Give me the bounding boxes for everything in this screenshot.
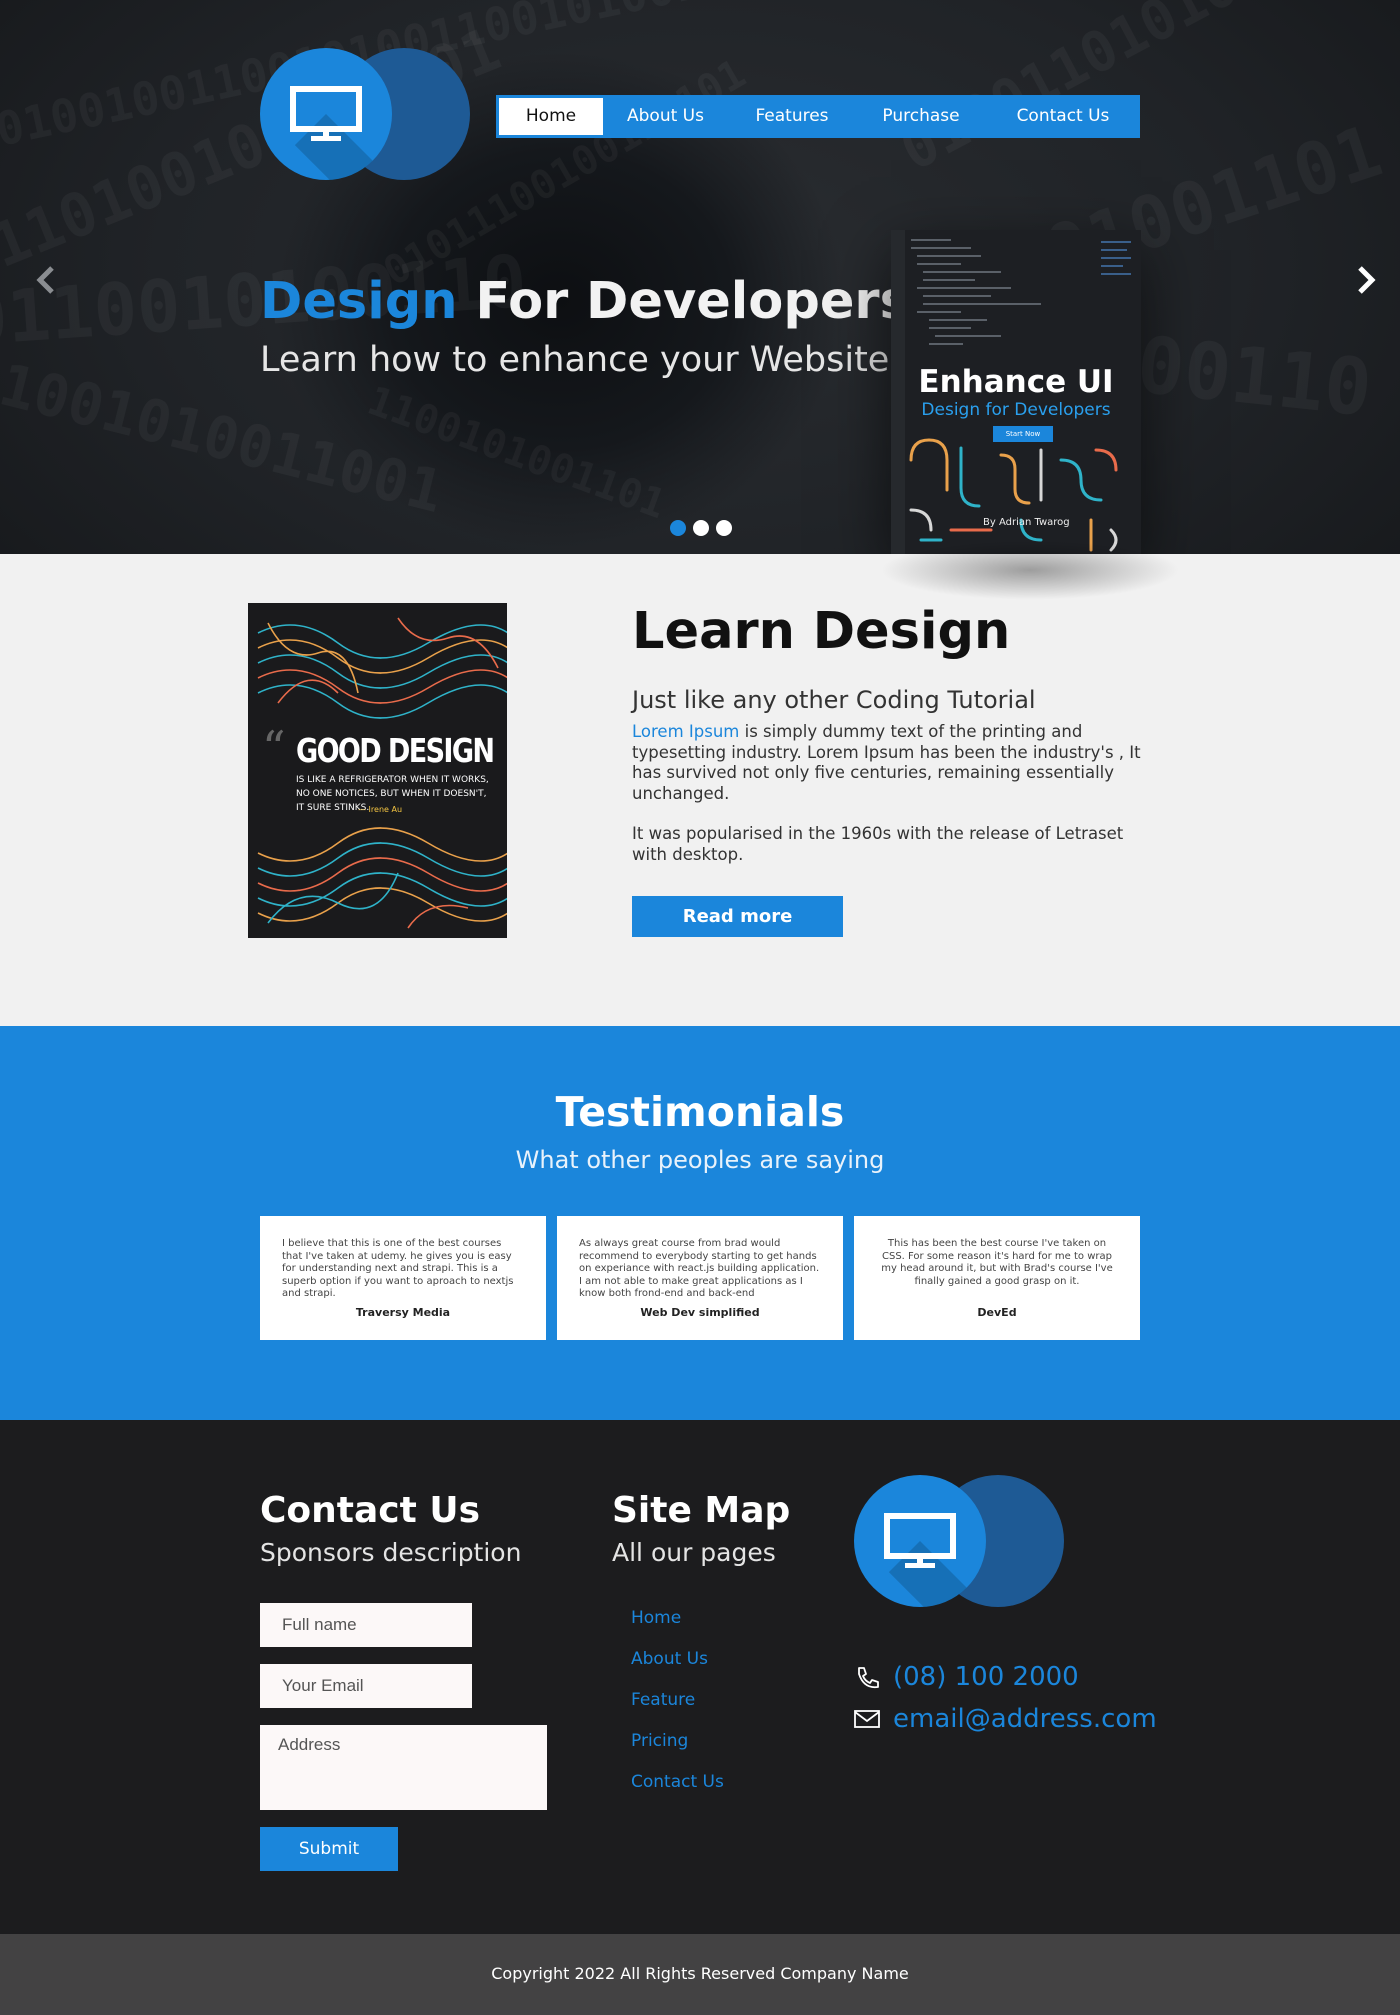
testimonial-author: Traversy Media <box>355 1306 451 1319</box>
copyright-bar: Copyright 2022 All Rights Reserved Compa… <box>0 1934 1400 2015</box>
testimonials-subtitle: What other peoples are saying <box>515 1146 885 1174</box>
copyright-text: Copyright 2022 All Rights Reserved Compa… <box>491 1964 909 1983</box>
hero-title: Design For Developers <box>260 272 910 331</box>
read-more-button[interactable]: Read more <box>632 896 843 937</box>
main-nav: Home About Us Features Purchase Contact … <box>496 95 1140 138</box>
address-input[interactable] <box>260 1725 547 1810</box>
email-address: email@address.com <box>893 1704 1157 1734</box>
chevron-left-icon <box>36 266 54 294</box>
contact-title: Contact Us <box>260 1490 481 1531</box>
monitor-icon <box>884 1513 956 1568</box>
hero-title-accent: Design <box>260 272 458 331</box>
footer: Contact Us Sponsors description Submit S… <box>0 1420 1400 1934</box>
submit-button[interactable]: Submit <box>260 1827 398 1871</box>
envelope-icon <box>854 1710 880 1728</box>
carousel-dots <box>670 520 732 536</box>
sitemap-link-home[interactable]: Home <box>631 1608 681 1628</box>
testimonial-text: This has been the best course I've taken… <box>881 1238 1113 1287</box>
sitemap-link-contact-us[interactable]: Contact Us <box>631 1772 724 1792</box>
book-author: By Adrian Twarog <box>983 517 1070 528</box>
sitemap-link-pricing[interactable]: Pricing <box>631 1731 688 1751</box>
quote-icon: “ <box>262 721 286 775</box>
testimonial-author: Web Dev simplified <box>640 1306 760 1319</box>
book-title: Enhance UI <box>918 364 1114 400</box>
contact-subtitle: Sponsors description <box>260 1538 522 1567</box>
book-subtitle: Design for Developers <box>921 400 1111 420</box>
testimonial-author: DevEd <box>977 1306 1017 1319</box>
topographic-lines-graphic <box>257 617 507 929</box>
nav-features[interactable]: Features <box>728 95 856 138</box>
testimonial-card: I believe that this is one of the best c… <box>260 1216 546 1340</box>
book-shadow <box>880 540 1180 600</box>
email-line[interactable]: email@address.com <box>853 1704 1157 1734</box>
testimonials-section: Testimonials What other peoples are sayi… <box>0 1026 1400 1420</box>
carousel-prev-button[interactable] <box>34 262 58 307</box>
phone-icon <box>858 1667 879 1689</box>
chevron-right-icon <box>1358 266 1376 294</box>
learn-title: Learn Design <box>632 602 1011 661</box>
hero-book-cover: Enhance UI Design for Developers Start N… <box>891 230 1141 554</box>
testimonial-text: As always great course from brad would r… <box>579 1238 820 1299</box>
sitemap-title: Site Map <box>612 1490 791 1531</box>
lorem-ipsum-link[interactable]: Lorem Ipsum <box>632 722 739 741</box>
phone-number: (08) 100 2000 <box>893 1662 1079 1692</box>
testimonial-card: As always great course from brad would r… <box>557 1216 843 1340</box>
site-logo[interactable] <box>260 48 470 180</box>
testimonials-title: Testimonials <box>555 1088 845 1136</box>
hero-section: 1010010011001010011001010010100 01101001… <box>0 0 1400 554</box>
footer-logo[interactable] <box>854 1475 1064 1607</box>
good-design-poster: “ GOOD DESIGN IS LIKE A REFRIGERATOR WHE… <box>248 603 507 938</box>
nav-contact-us[interactable]: Contact Us <box>986 95 1140 138</box>
carousel-dot-3[interactable] <box>716 520 732 536</box>
learn-subtitle: Just like any other Coding Tutorial <box>632 686 1036 714</box>
sitemap-subtitle: All our pages <box>612 1538 776 1567</box>
hero-subtitle: Learn how to enhance your Website <box>260 340 890 380</box>
full-name-input[interactable] <box>260 1603 472 1647</box>
hero-title-rest: For Developers <box>457 272 910 331</box>
learn-paragraph: Lorem Ipsum is simply dummy text of the … <box>632 722 1152 804</box>
nav-purchase[interactable]: Purchase <box>856 95 986 138</box>
sitemap-link-about-us[interactable]: About Us <box>631 1649 708 1669</box>
poster-author: — Irene Au <box>358 805 403 814</box>
testimonial-card: This has been the best course I've taken… <box>854 1216 1140 1340</box>
carousel-dot-2[interactable] <box>693 520 709 536</box>
carousel-dot-1[interactable] <box>670 520 686 536</box>
email-input[interactable] <box>260 1664 472 1708</box>
testimonial-text: I believe that this is one of the best c… <box>282 1238 514 1299</box>
nav-about-us[interactable]: About Us <box>603 95 728 138</box>
phone-line[interactable]: (08) 100 2000 <box>853 1662 1079 1692</box>
monitor-icon <box>290 86 362 141</box>
sitemap-link-feature[interactable]: Feature <box>631 1690 695 1710</box>
book-start-button: Start Now <box>993 426 1053 442</box>
poster-title: GOOD DESIGN <box>296 731 495 770</box>
learn-paragraph-2: It was popularised in the 1960s with the… <box>632 824 1124 864</box>
nav-home[interactable]: Home <box>499 98 603 135</box>
carousel-next-button[interactable] <box>1354 262 1378 307</box>
